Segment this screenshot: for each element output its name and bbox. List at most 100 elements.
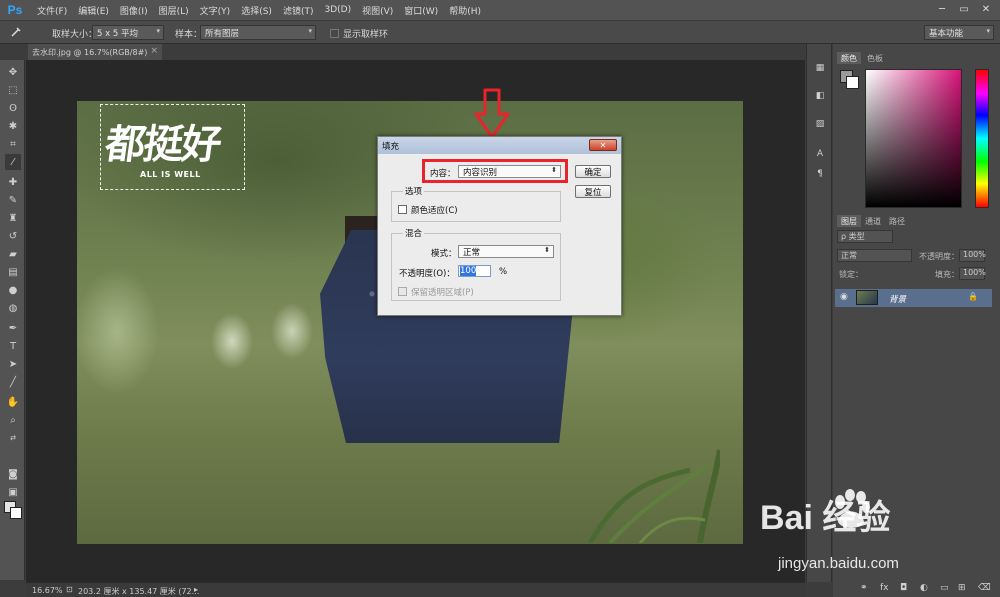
paragraph-panel-icon[interactable]: ¶ <box>812 166 828 182</box>
photoshop-logo: Ps <box>7 3 23 17</box>
path-select-icon[interactable]: ➤ <box>5 356 21 372</box>
layer-thumbnail <box>856 290 878 305</box>
history-brush-icon[interactable]: ↺ <box>5 228 21 244</box>
mode-select[interactable]: 正常 ⬍ <box>458 245 554 258</box>
color-picker-field[interactable] <box>865 69 962 208</box>
opacity-input[interactable]: 100 <box>458 265 491 277</box>
tab-layers[interactable]: 图层 <box>837 215 861 227</box>
type-tool-icon[interactable]: T <box>5 338 21 354</box>
lasso-tool-icon[interactable]: ʘ <box>5 100 21 116</box>
quick-select-tool-icon[interactable]: ✱ <box>5 118 21 134</box>
link-layers-icon[interactable]: ⚭ <box>860 583 868 593</box>
sample-select[interactable]: 所有图层 ▾ <box>200 25 316 40</box>
eye-icon[interactable]: ◉ <box>840 292 848 302</box>
dodge-tool-icon[interactable]: ◍ <box>5 300 21 316</box>
status-menu-arrow-icon[interactable]: ▸ <box>194 585 198 594</box>
character-panel-icon[interactable]: A <box>812 146 828 162</box>
baidu-paw-icon <box>835 489 870 528</box>
maximize-button[interactable]: ▭ <box>954 2 974 16</box>
layer-kind-filter[interactable]: ρ 类型 <box>837 230 893 243</box>
hand-tool-icon[interactable]: ✋ <box>5 394 21 410</box>
healing-brush-icon[interactable]: ✚ <box>5 174 21 190</box>
line-tool-icon[interactable]: ╱ <box>5 374 21 390</box>
move-tool-icon[interactable]: ✥ <box>5 64 21 80</box>
document-tab[interactable]: 去水印.jpg @ 16.7%(RGB/8#) × <box>28 44 162 60</box>
tab-color[interactable]: 颜色 <box>837 52 861 64</box>
tools-panel: ✥ ⬚ ʘ ✱ ⌗ ⁄ ✚ ✎ ♜ ↺ ▰ ▤ ● ◍ ✒ T ➤ ╱ ✋ ⌕ … <box>0 60 25 580</box>
properties-panel-icon[interactable]: ◧ <box>812 88 828 104</box>
crop-tool-icon[interactable]: ⌗ <box>5 136 21 152</box>
lock-label: 锁定： <box>839 270 863 279</box>
fx-icon[interactable]: fx <box>880 583 889 593</box>
close-window-button[interactable]: ✕ <box>976 2 996 16</box>
document-tab-title: 去水印.jpg @ 16.7%(RGB/8#) <box>32 48 148 57</box>
layer-opacity-label: 不透明度： <box>919 252 959 261</box>
opacity-label: 不透明度(O)： <box>399 269 455 279</box>
eyedropper-tool-icon[interactable]: ⁄ <box>5 154 21 170</box>
sample-size-label: 取样大小： <box>52 30 98 40</box>
eraser-tool-icon[interactable]: ▰ <box>5 246 21 262</box>
eyedropper-icon[interactable] <box>8 24 24 40</box>
show-ring-label: 显示取样环 <box>343 30 389 40</box>
menu-3d[interactable]: 3D(D) <box>324 5 351 15</box>
background-color-swatch[interactable] <box>10 507 22 519</box>
clone-stamp-icon[interactable]: ♜ <box>5 210 21 226</box>
baidu-url: jingyan.baidu.com <box>778 555 899 572</box>
color-panel-background[interactable] <box>846 76 859 89</box>
menu-view[interactable]: 视图(V) <box>362 4 393 17</box>
sample-size-select[interactable]: 5 x 5 平均 ▾ <box>92 25 164 40</box>
zoom-level[interactable]: 16.67% <box>32 586 63 595</box>
workspace-select[interactable]: 基本功能 ▾ <box>924 25 994 40</box>
menu-edit[interactable]: 编辑(E) <box>78 4 109 17</box>
fill-dialog: 填充 ✕ 内容： 内容识别 ⬍ 确定 复位 选项 颜色适应(C) 混合 模式： 正… <box>377 136 622 316</box>
menu-type[interactable]: 文字(Y) <box>200 4 231 17</box>
adjustment-layer-icon[interactable]: ◐ <box>920 583 928 593</box>
tab-swatches[interactable]: 色板 <box>863 52 887 64</box>
status-separator-icon: ⊡ <box>66 585 73 594</box>
swap-colors-icon[interactable]: ⇄ <box>5 430 21 446</box>
add-mask-icon[interactable]: ◘ <box>900 583 907 593</box>
menu-file[interactable]: 文件(F) <box>37 4 67 17</box>
sample-label: 样本： <box>175 30 203 40</box>
new-layer-icon[interactable]: ⊞ <box>958 583 966 593</box>
blur-tool-icon[interactable]: ● <box>5 282 21 298</box>
history-panel-icon[interactable]: ▦ <box>812 60 828 76</box>
options-group-title: 选项 <box>403 185 425 197</box>
menu-help[interactable]: 帮助(H) <box>449 4 481 17</box>
menu-filter[interactable]: 滤镜(T) <box>283 4 314 17</box>
color-adapt-label: 颜色适应(C) <box>411 206 458 216</box>
tab-channels[interactable]: 通道 <box>861 215 885 227</box>
hue-slider[interactable] <box>975 69 989 208</box>
layer-fill-field[interactable]: 100% <box>959 267 986 280</box>
new-group-icon[interactable]: ▭ <box>940 583 949 593</box>
menu-layer[interactable]: 图层(L) <box>159 4 189 17</box>
marquee-tool-icon[interactable]: ⬚ <box>5 82 21 98</box>
adjustments-panel-icon[interactable]: ▨ <box>812 116 828 132</box>
preserve-transparency-checkbox[interactable] <box>398 287 407 296</box>
brush-tool-icon[interactable]: ✎ <box>5 192 21 208</box>
gradient-tool-icon[interactable]: ▤ <box>5 264 21 280</box>
close-tab-icon[interactable]: × <box>150 46 158 56</box>
trash-icon[interactable]: ⌫ <box>978 583 991 593</box>
dialog-close-button[interactable]: ✕ <box>589 139 617 151</box>
fill-dialog-title: 填充 <box>378 137 621 154</box>
layer-name: 背景 <box>889 295 907 305</box>
menu-select[interactable]: 选择(S) <box>241 4 272 17</box>
status-bar: 16.67% ⊡ 203.2 厘米 x 135.47 厘米 (72... ▸ <box>26 582 805 597</box>
pen-tool-icon[interactable]: ✒ <box>5 320 21 336</box>
ok-button[interactable]: 确定 <box>575 165 611 178</box>
layer-opacity-field[interactable]: 100% <box>959 249 986 262</box>
red-down-arrow-icon <box>474 88 510 139</box>
minimize-button[interactable]: ─ <box>932 2 952 16</box>
show-ring-checkbox[interactable] <box>330 29 339 38</box>
screen-mode-icon[interactable]: ▣ <box>5 484 21 500</box>
menu-image[interactable]: 图像(I) <box>120 4 148 17</box>
quick-mask-icon[interactable]: ◙ <box>5 466 21 482</box>
zoom-tool-icon[interactable]: ⌕ <box>5 412 21 428</box>
tab-paths[interactable]: 路径 <box>885 215 909 227</box>
reset-button[interactable]: 复位 <box>575 185 611 198</box>
color-adapt-checkbox[interactable] <box>398 205 407 214</box>
layer-blend-select[interactable]: 正常 <box>837 249 912 262</box>
menu-window[interactable]: 窗口(W) <box>404 4 438 17</box>
menu-bar: Ps 文件(F) 编辑(E) 图像(I) 图层(L) 文字(Y) 选择(S) 滤… <box>0 0 1000 20</box>
